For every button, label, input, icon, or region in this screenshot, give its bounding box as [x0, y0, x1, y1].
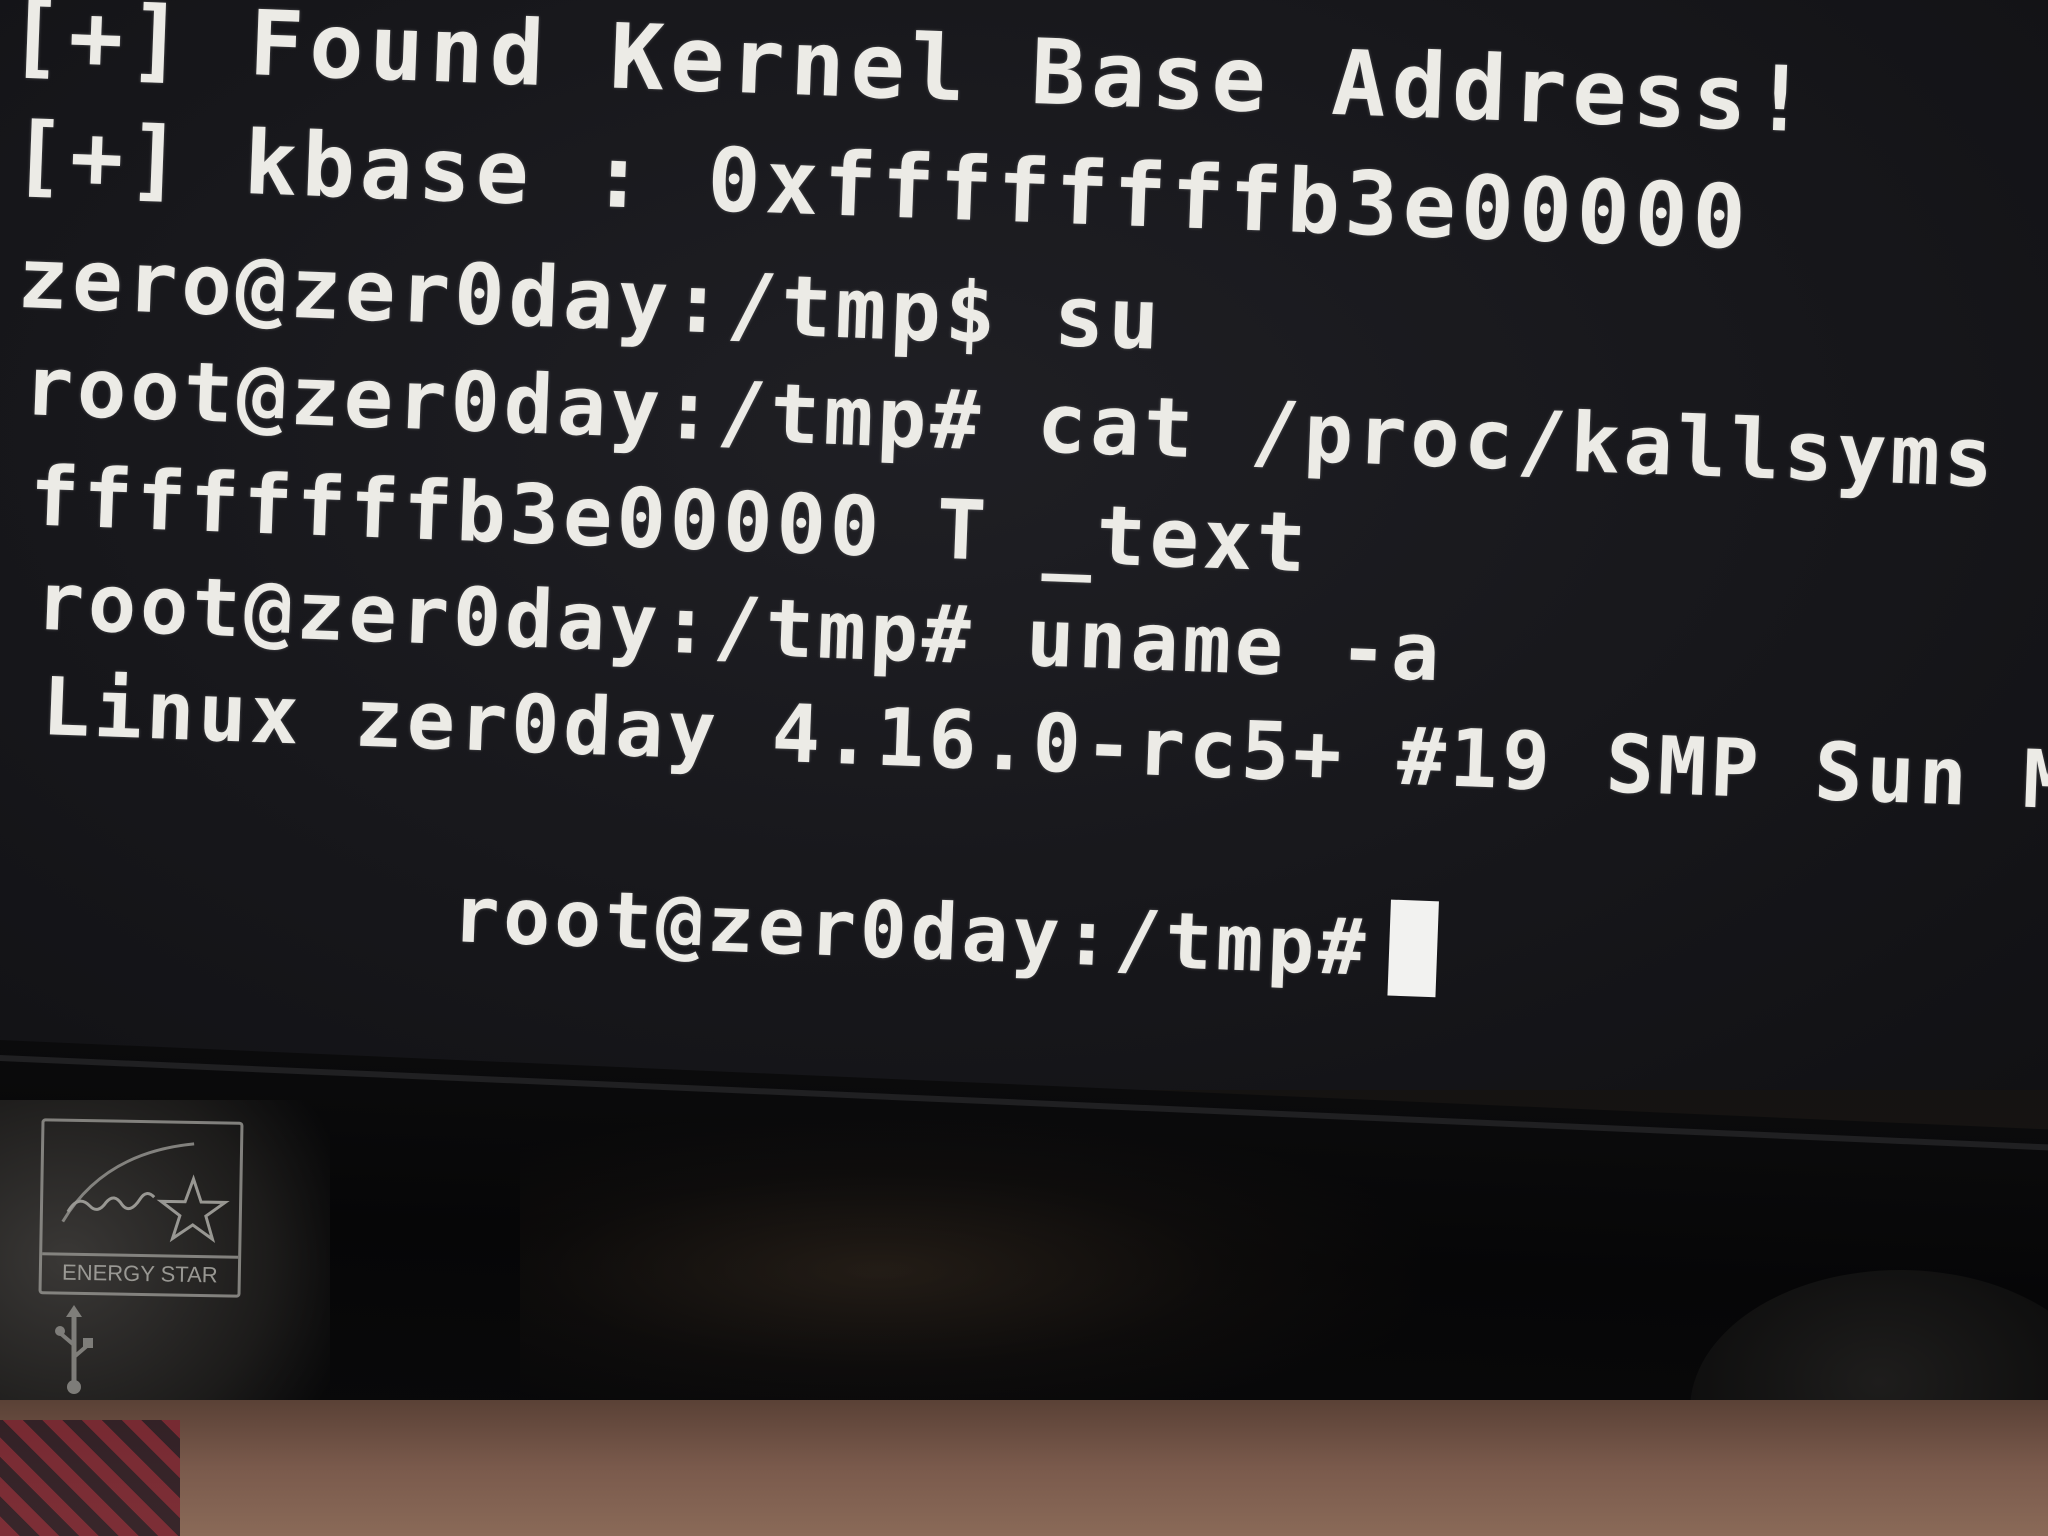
terminal-prompt: root@zer0day:/tmp#	[450, 870, 1371, 994]
terminal-prompt-line: root@zer0day:/tmp#	[40, 772, 1441, 1075]
monitor-photo: [+] Found Kernel Base Address! [+] kbase…	[0, 0, 2048, 1536]
energy-star-logo-icon: ENERGY STAR	[38, 1118, 244, 1298]
energy-star-label: ENERGY STAR	[41, 1252, 239, 1293]
terminal-window[interactable]: [+] Found Kernel Base Address! [+] kbase…	[0, 0, 2048, 1075]
desk-cloth	[0, 1420, 180, 1536]
desk-surface	[0, 1400, 2048, 1536]
terminal-cursor[interactable]	[1387, 899, 1439, 998]
bezel-reflection	[520, 1120, 1420, 1420]
usb-icon	[55, 1305, 93, 1394]
terminal-line-3: zero@zer0day:/tmp$ su	[16, 228, 1165, 369]
energy-star-emblem	[61, 1142, 230, 1244]
monitor-screen: [+] Found Kernel Base Address! [+] kbase…	[0, 0, 2048, 1090]
